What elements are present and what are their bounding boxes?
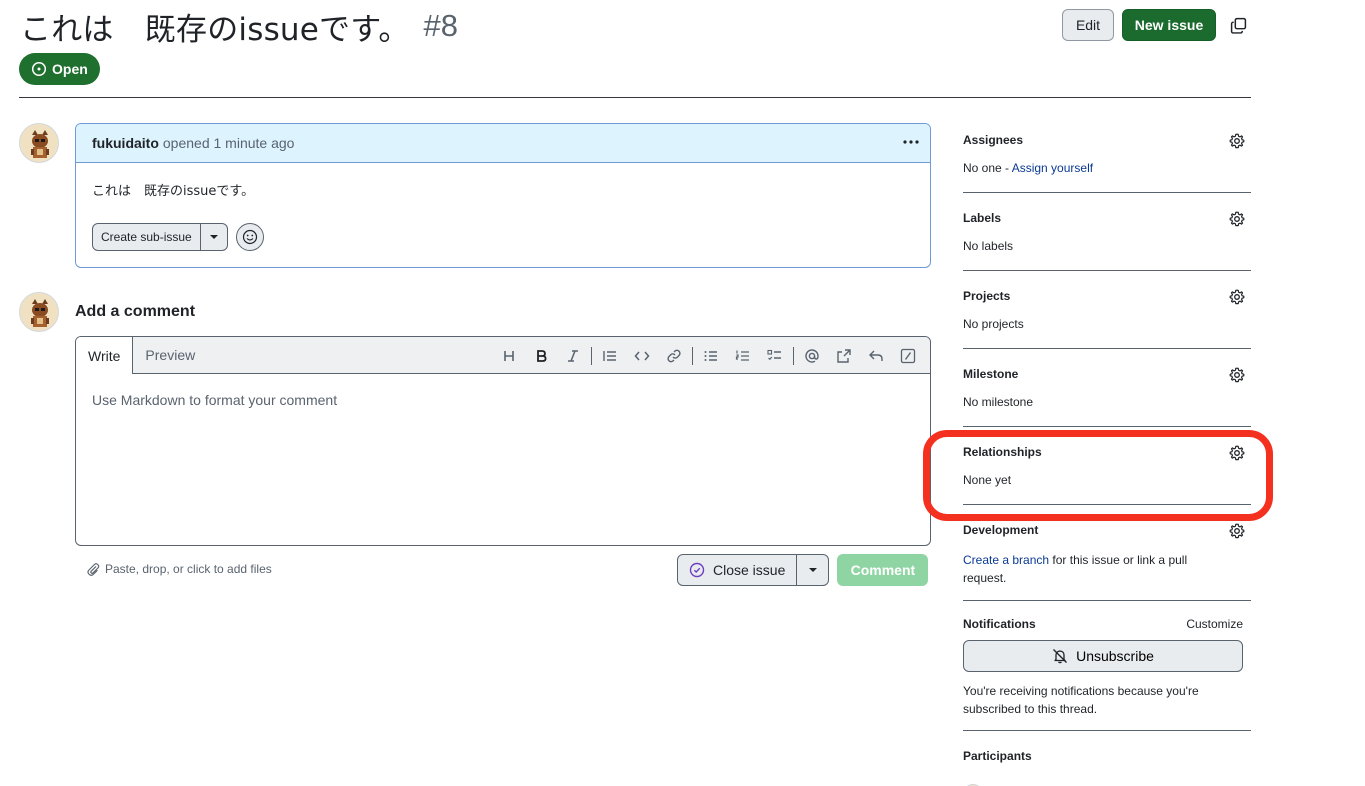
header-actions: Edit New issue [1062, 9, 1248, 41]
sidebar-labels: Labels No labels [963, 193, 1251, 271]
toolbar-divider [793, 346, 794, 365]
unsubscribe-label: Unsubscribe [1076, 648, 1154, 664]
labels-value: No labels [963, 239, 1014, 253]
gear-icon[interactable] [1228, 522, 1246, 540]
smiley-icon [242, 229, 257, 245]
relationships-heading[interactable]: Relationships [963, 445, 1042, 459]
comment-body: これは 既存のissueです。 [92, 184, 255, 199]
issue-title-row: これは 既存のissueです。 #8 [20, 4, 458, 48]
gear-icon[interactable] [1228, 132, 1246, 150]
close-issue-label: Close issue [713, 562, 786, 578]
link-icon[interactable] [658, 342, 690, 370]
heading-icon[interactable] [493, 342, 525, 370]
notifications-info: You're receiving notifications because y… [963, 684, 1199, 716]
avatar-image [20, 124, 58, 162]
issue-comment: fukuidaito opened 1 minute ago これは 既存のis… [75, 123, 931, 268]
attach-files[interactable]: Paste, drop, or click to add files [86, 562, 272, 576]
copy-icon[interactable] [1228, 15, 1248, 35]
new-issue-button[interactable]: New issue [1122, 9, 1216, 41]
notifications-heading: Notifications [963, 617, 1036, 631]
gear-icon[interactable] [1228, 444, 1246, 462]
milestone-heading[interactable]: Milestone [963, 367, 1018, 381]
toolbar-divider [591, 346, 592, 365]
development-value: Create a branch for this issue or link a… [963, 551, 1213, 587]
milestone-value: No milestone [963, 395, 1034, 409]
issue-state-label: Open [52, 61, 88, 77]
create-branch-link[interactable]: Create a branch [963, 553, 1049, 567]
assignees-none: No one - [963, 161, 1012, 175]
tab-preview[interactable]: Preview [133, 337, 207, 373]
unsubscribe-button[interactable]: Unsubscribe [963, 640, 1243, 672]
issue-title: これは 既存のissueです。 [20, 11, 410, 48]
gear-icon[interactable] [1228, 366, 1246, 384]
chevron-down-icon[interactable] [201, 224, 227, 250]
sidebar-milestone: Milestone No milestone [963, 349, 1251, 427]
editor-tabs: Write Preview [76, 337, 930, 374]
issue-state-badge: Open [19, 53, 100, 85]
sidebar-participants: Participants [963, 731, 1251, 786]
create-sub-issue-button[interactable]: Create sub-issue [93, 224, 201, 250]
gear-icon[interactable] [1228, 210, 1246, 228]
toolbar-divider [692, 346, 693, 365]
cross-reference-icon[interactable] [828, 342, 860, 370]
avatar-image [20, 293, 58, 331]
assignees-heading: Assignees [963, 133, 1024, 147]
sidebar-assignees: Assignees No one - Assign yourself [963, 123, 1251, 193]
bold-icon[interactable] [525, 342, 557, 370]
reply-icon[interactable] [860, 342, 892, 370]
comment-editor: Write Preview Use Markdown to format you… [75, 336, 931, 546]
comment-timestamp[interactable]: opened 1 minute ago [163, 135, 295, 151]
relationships-value: None yet [963, 473, 1012, 487]
gear-icon[interactable] [1228, 288, 1246, 306]
paperclip-icon [87, 563, 100, 576]
projects-value: No projects [963, 317, 1024, 331]
composer-actions: Close issue Comment [677, 554, 929, 586]
close-issue-split-button: Close issue [677, 554, 830, 586]
issue-sidebar: Assignees No one - Assign yourself Label… [963, 123, 1251, 786]
bell-slash-icon [1053, 649, 1068, 664]
assign-yourself-link[interactable]: Assign yourself [1012, 161, 1093, 175]
code-icon[interactable] [626, 342, 658, 370]
customize-notifications-link[interactable]: Customize [1186, 617, 1243, 631]
issue-closed-icon [689, 562, 705, 578]
assignees-value: No one - Assign yourself [963, 161, 1093, 175]
chevron-down-icon[interactable] [797, 555, 828, 585]
slash-commands-icon[interactable] [892, 342, 924, 370]
comment-author-link[interactable]: fukuidaito [92, 135, 159, 151]
issue-open-icon [31, 61, 47, 77]
tab-write[interactable]: Write [76, 337, 134, 374]
add-comment-heading: Add a comment [75, 303, 196, 320]
labels-heading[interactable]: Labels [963, 211, 1001, 225]
avatar[interactable] [19, 123, 59, 163]
attach-files-label: Paste, drop, or click to add files [105, 562, 272, 576]
close-issue-button[interactable]: Close issue [678, 555, 798, 585]
development-heading[interactable]: Development [963, 523, 1038, 537]
edit-button[interactable]: Edit [1062, 9, 1114, 41]
more-options-icon[interactable] [902, 134, 920, 150]
avatar[interactable] [19, 292, 59, 332]
sidebar-projects: Projects No projects [963, 271, 1251, 349]
unordered-list-icon[interactable] [695, 342, 727, 370]
participants-heading: Participants [963, 749, 1032, 763]
comment-textarea[interactable]: Use Markdown to format your comment [76, 374, 930, 426]
sidebar-relationships: Relationships None yet [963, 427, 1251, 505]
mention-icon[interactable] [796, 342, 828, 370]
header-divider [19, 97, 1251, 98]
add-reaction-button[interactable] [235, 223, 264, 251]
projects-heading[interactable]: Projects [963, 289, 1010, 303]
sidebar-development: Development Create a branch for this iss… [963, 505, 1251, 601]
issue-number: #8 [423, 8, 459, 43]
comment-actions: Create sub-issue [92, 223, 264, 251]
task-list-icon[interactable] [759, 342, 791, 370]
quote-icon[interactable] [594, 342, 626, 370]
ordered-list-icon[interactable] [727, 342, 759, 370]
create-sub-issue-split-button: Create sub-issue [92, 223, 228, 251]
markdown-toolbar [493, 337, 924, 374]
italic-icon[interactable] [557, 342, 589, 370]
comment-header: fukuidaito opened 1 minute ago [76, 124, 930, 163]
comment-button[interactable]: Comment [837, 554, 929, 586]
